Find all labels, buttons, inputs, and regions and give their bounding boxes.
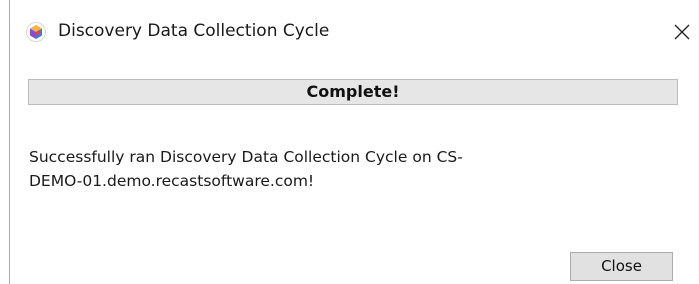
progress-label: Complete! bbox=[306, 82, 400, 101]
dialog-window: Discovery Data Collection Cycle Complete… bbox=[0, 0, 699, 284]
close-icon[interactable] bbox=[667, 17, 697, 47]
status-message: Successfully ran Discovery Data Collecti… bbox=[29, 145, 589, 193]
title-bar[interactable]: Discovery Data Collection Cycle bbox=[10, 0, 699, 66]
app-cube-icon bbox=[26, 22, 46, 42]
progress-bar: Complete! bbox=[28, 79, 678, 105]
window-title: Discovery Data Collection Cycle bbox=[58, 21, 330, 41]
status-message-line-2: DEMO-01.demo.recastsoftware.com! bbox=[29, 172, 315, 190]
status-message-line-1: Successfully ran Discovery Data Collecti… bbox=[29, 148, 463, 166]
close-button[interactable]: Close bbox=[570, 252, 673, 281]
